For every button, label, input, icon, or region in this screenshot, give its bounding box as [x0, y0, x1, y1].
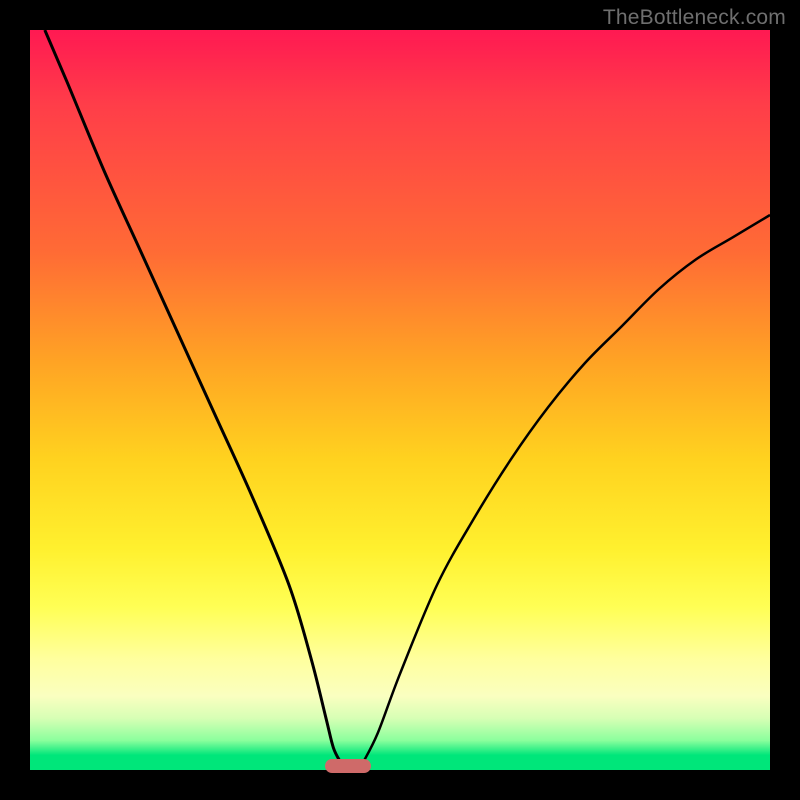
left-curve [45, 30, 341, 763]
right-curve [363, 215, 770, 763]
watermark-text: TheBottleneck.com [603, 6, 786, 30]
chart-frame: TheBottleneck.com [0, 0, 800, 800]
curve-layer [30, 30, 770, 770]
optimal-marker [325, 759, 371, 773]
plot-area [30, 30, 770, 770]
